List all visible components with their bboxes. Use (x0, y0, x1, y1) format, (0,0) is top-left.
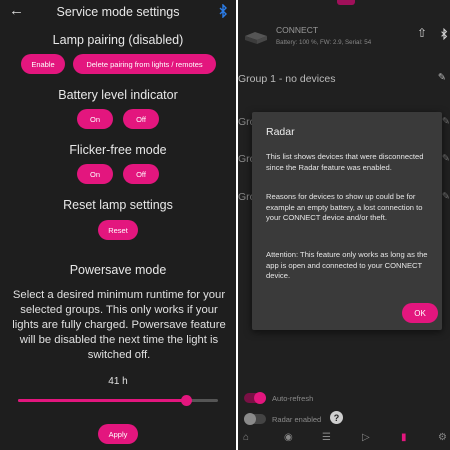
radar-enabled-toggle[interactable] (244, 413, 266, 425)
help-icon[interactable]: ? (330, 411, 343, 424)
powersave-description: Select a desired minimum runtime for you… (12, 289, 226, 361)
lamp-pairing-title: Lamp pairing (disabled) (52, 33, 184, 47)
status-indicator (337, 0, 355, 5)
runtime-value: 41 h (108, 376, 128, 387)
dialog-paragraph: This list shows devices that were discon… (266, 152, 424, 172)
dialog-paragraph: Reasons for devices to show up could be … (266, 192, 423, 222)
reset-button[interactable]: Reset (98, 220, 138, 240)
app-bar: ← Service mode settings (0, 0, 236, 24)
bluetooth-icon (441, 28, 448, 40)
toggle-knob (254, 392, 266, 404)
delete-pairing-button[interactable]: Delete pairing from lights / remotes (73, 54, 216, 74)
bluetooth-icon (219, 4, 227, 18)
list-icon[interactable]: ☰ (322, 432, 331, 443)
auto-refresh-toggle[interactable] (244, 392, 266, 404)
flicker-off-button[interactable]: Off (123, 164, 159, 184)
settings-icon[interactable]: ⚙ (438, 432, 447, 443)
ok-button[interactable]: OK (402, 303, 438, 323)
upload-icon[interactable]: ⇧ (417, 26, 427, 40)
apply-button[interactable]: Apply (98, 424, 138, 444)
device-icon (245, 32, 267, 44)
flicker-free-title: Flicker-free mode (69, 143, 167, 157)
flicker-on-button[interactable]: On (77, 164, 113, 184)
dialog-title: Radar (266, 126, 295, 138)
device-name: CONNECT (276, 25, 319, 35)
enable-button[interactable]: Enable (21, 54, 65, 74)
bottom-nav (238, 428, 450, 450)
palette-icon[interactable]: ◉ (284, 432, 293, 443)
play-icon[interactable]: ▷ (362, 432, 370, 443)
service-mode-screen: ← Service mode settings Lamp pairing (di… (0, 0, 236, 450)
runtime-slider-thumb[interactable] (180, 395, 192, 406)
home-icon[interactable]: ⌂ (243, 432, 249, 443)
reset-lamp-title: Reset lamp settings (63, 198, 173, 212)
flashlight-icon[interactable]: ▮ (401, 432, 407, 443)
runtime-slider-fill (18, 399, 186, 402)
toggle-knob (244, 413, 256, 425)
dialog-paragraph: Attention: This feature only works as lo… (266, 250, 428, 280)
auto-refresh-label: Auto-refresh (272, 394, 314, 403)
group-1-label[interactable]: Group 1 - no devices (238, 73, 335, 85)
radar-dialog: Radar This list shows devices that were … (252, 112, 442, 330)
page-title: Service mode settings (56, 5, 180, 19)
device-info: Battery: 100 %, FW: 2.9, Serial: 54 (276, 39, 372, 46)
battery-off-button[interactable]: Off (123, 109, 159, 129)
battery-on-button[interactable]: On (77, 109, 113, 129)
powersave-title: Powersave mode (69, 263, 167, 277)
radar-enabled-label: Radar enabled (272, 415, 322, 424)
battery-indicator-title: Battery level indicator (58, 88, 178, 102)
